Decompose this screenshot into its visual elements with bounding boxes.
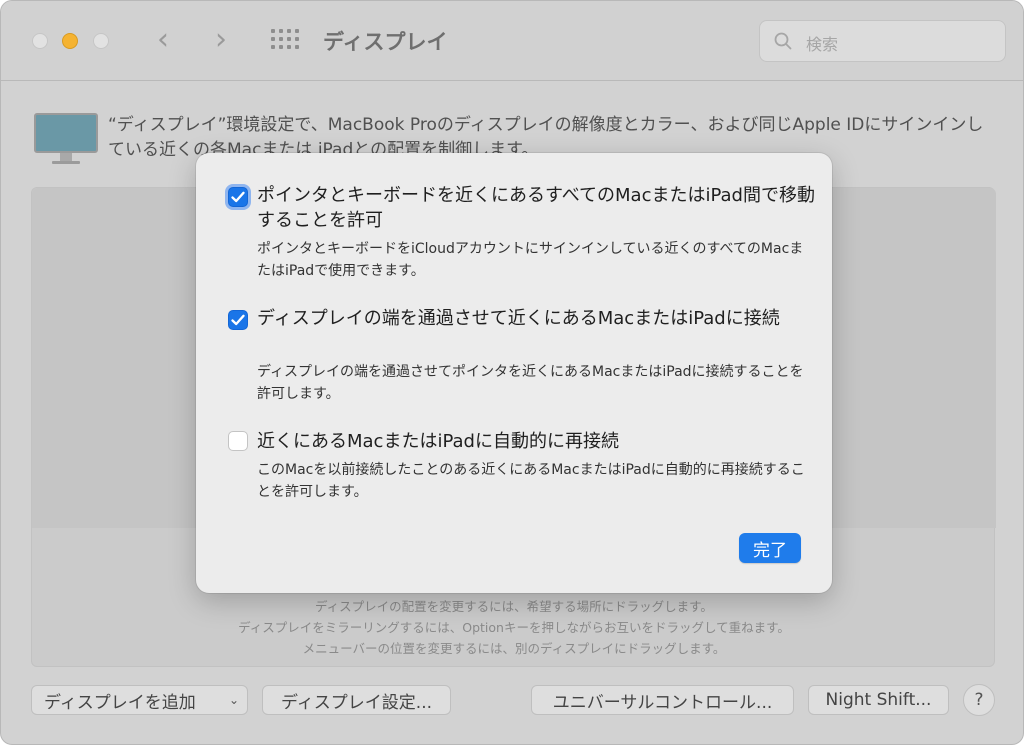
chevron-left-icon[interactable]: ‹ xyxy=(157,23,169,57)
add-display-label: ディスプレイを追加 xyxy=(44,692,196,713)
window-title: ディスプレイ xyxy=(323,30,448,54)
option-description: ポインタとキーボードをiCloudアカウントにサインインしている近くのすべてのM… xyxy=(257,241,804,279)
checkmark-icon xyxy=(231,191,245,203)
option-title: ポインタとキーボードを近くにあるすべてのMacまたはiPad間で移動することを許… xyxy=(257,185,815,231)
monitor-icon xyxy=(34,113,98,165)
zoom-button[interactable] xyxy=(93,33,109,49)
hint-text-menubar: メニューバーの位置を変更するには、別のディスプレイにドラッグします。 xyxy=(302,641,726,656)
option-description: このMacを以前接続したことのある近くにあるMacまたはiPadに自動的に再接続… xyxy=(257,462,805,500)
chevron-down-icon: ⌄ xyxy=(228,693,239,707)
option-description: ディスプレイの端を通過させてポインタを近くにあるMacまたはiPadに接続するこ… xyxy=(257,364,804,402)
universal-control-sheet: ポインタとキーボードを近くにあるすべてのMacまたはiPad間で移動することを許… xyxy=(196,153,832,593)
option-title: ディスプレイの端を通過させて近くにあるMacまたはiPadに接続 xyxy=(257,308,780,329)
close-button[interactable] xyxy=(32,33,48,49)
allow-pointer-keyboard-checkbox[interactable] xyxy=(228,187,248,207)
chevron-right-icon[interactable]: › xyxy=(215,23,227,57)
search-input[interactable]: 検索 xyxy=(759,20,1006,62)
system-preferences-window: ‹ › ディスプレイ 検索 “ディスプレイ”環境設定で、MacBook Proの… xyxy=(0,0,1024,745)
search-icon xyxy=(774,32,792,50)
done-button[interactable]: 完了 xyxy=(739,533,801,563)
add-display-popup-button[interactable]: ディスプレイを追加 ⌄ xyxy=(31,685,248,715)
hint-text-arrange: ディスプレイの配置を変更するには、希望する場所にドラッグします。 xyxy=(315,599,713,614)
universal-control-button[interactable]: ユニバーサルコントロール... xyxy=(531,685,794,715)
night-shift-button[interactable]: Night Shift... xyxy=(808,685,949,715)
help-button[interactable]: ? xyxy=(963,684,995,716)
checkmark-icon xyxy=(231,314,245,326)
push-through-edge-checkbox[interactable] xyxy=(228,310,248,330)
title-bar: ‹ › ディスプレイ 検索 xyxy=(1,1,1023,81)
search-placeholder: 検索 xyxy=(806,35,839,54)
hint-text-mirror: ディスプレイをミラーリングするには、Optionキーを押しながらお互いをドラッグ… xyxy=(238,620,790,635)
display-settings-button[interactable]: ディスプレイ設定... xyxy=(262,685,451,715)
grid-icon[interactable] xyxy=(271,29,301,53)
minimize-button[interactable] xyxy=(62,33,78,49)
auto-reconnect-checkbox[interactable] xyxy=(228,431,248,451)
option-title: 近くにあるMacまたはiPadに自動的に再接続 xyxy=(257,431,619,452)
